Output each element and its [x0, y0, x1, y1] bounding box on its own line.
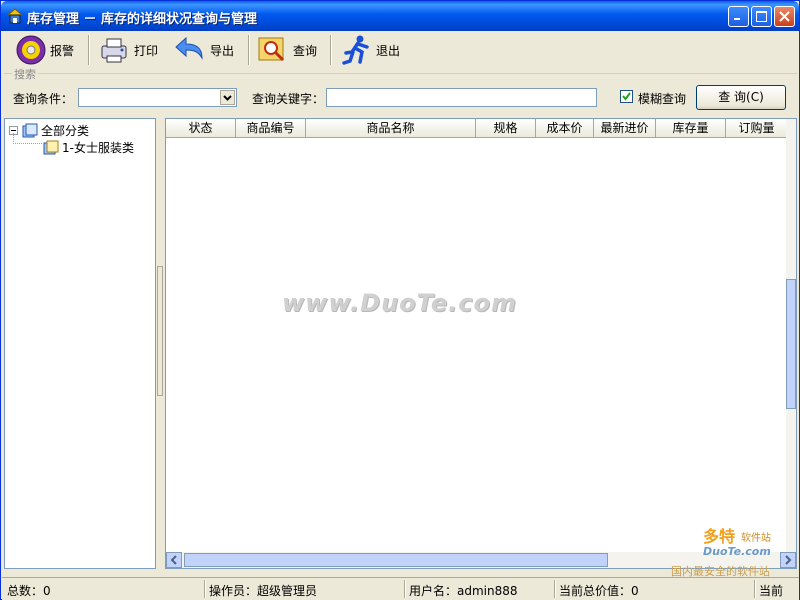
fuzzy-checkbox[interactable] [620, 90, 633, 103]
alarm-button[interactable]: 报警 [14, 33, 74, 67]
keyword-label: 查询关键字： [252, 92, 325, 106]
watermark-text: www.DuoTe.com [282, 289, 517, 317]
print-button[interactable]: 打印 [98, 33, 158, 67]
status-username: 用户名：admin888 [409, 584, 518, 598]
column-header-spec[interactable]: 规格 [476, 119, 536, 138]
minimize-button[interactable] [728, 6, 749, 27]
tree-connector [13, 133, 43, 144]
tree-root-label: 全部分类 [41, 124, 90, 138]
horizontal-scroll-thumb[interactable] [184, 553, 608, 567]
search-icon [258, 37, 285, 62]
column-header-order-qty[interactable]: 订购量 [726, 119, 788, 138]
toolbar-separator [330, 35, 332, 65]
column-header-stock-qty[interactable]: 库存量 [656, 119, 726, 138]
chevron-down-icon [223, 95, 232, 101]
tree-child-label: 1-女士服装类 [62, 141, 134, 155]
grid-header: 状态 商品编号 商品名称 规格 成本价 最新进价 库存量 订购量 [166, 119, 796, 138]
status-separator [404, 580, 406, 598]
status-operator: 操作员：超级管理员 [209, 584, 318, 598]
status-bar: 总数：0 操作员：超级管理员 用户名：admin888 当前总价值：0 当前 [2, 577, 799, 600]
query-toolbar-button[interactable]: 查询 [257, 33, 317, 67]
export-icon [175, 36, 203, 60]
maximize-icon [756, 11, 767, 22]
splitter-grip[interactable] [157, 266, 163, 396]
folder-icon [43, 140, 59, 154]
maximize-button[interactable] [751, 6, 772, 27]
toolbar: 报警 打印 导出 查询 退出 [2, 31, 799, 69]
column-header-status[interactable]: 状态 [166, 119, 236, 138]
export-button[interactable]: 导出 [174, 33, 234, 67]
status-current: 当前 [759, 584, 784, 598]
alarm-icon [16, 35, 46, 65]
query-button[interactable]: 查 询(C) [696, 85, 786, 110]
column-header-latest-price[interactable]: 最新进价 [594, 119, 656, 138]
checkmark-icon [622, 92, 631, 101]
condition-select[interactable] [78, 88, 237, 107]
print-label: 打印 [134, 43, 159, 58]
status-total: 总数：0 [7, 584, 51, 598]
exit-label: 退出 [376, 43, 401, 58]
vertical-scrollbar[interactable] [786, 119, 796, 552]
corner-logo: 多特 软件站 DuoTe.com 国内最安全的软件站 [669, 521, 797, 581]
chevron-left-icon [170, 555, 177, 565]
title-bar[interactable]: 库存管理 － 库存的详细状况查询与管理 [1, 1, 799, 31]
window-title: 库存管理 － 库存的详细状况查询与管理 [27, 12, 258, 27]
close-icon [779, 11, 790, 22]
toolbar-separator [248, 35, 250, 65]
alarm-label: 报警 [50, 43, 75, 58]
keyword-input[interactable] [326, 88, 597, 107]
minimize-icon [734, 18, 740, 20]
tree-child-item[interactable]: 1-女士服装类 [43, 139, 134, 156]
inventory-grid: 状态 商品编号 商品名称 规格 成本价 最新进价 库存量 订购量 www.Duo… [165, 118, 797, 569]
panel-splitter[interactable] [157, 118, 165, 569]
main-window: 库存管理 － 库存的详细状况查询与管理 报警 打印 导出 查询 退出 搜索 查询… [0, 0, 800, 600]
logo-site: DuoTe.com [703, 545, 771, 558]
status-separator [754, 580, 756, 598]
column-header-cost-price[interactable]: 成本价 [536, 119, 594, 138]
print-icon [101, 38, 127, 63]
category-tree: 全部分类 1-女士服装类 [4, 118, 156, 569]
logo-brand: 多特 [703, 527, 736, 546]
toolbar-separator [88, 35, 90, 65]
search-legend: 搜索 [12, 66, 38, 82]
logo-suffix: 软件站 [741, 533, 771, 544]
running-man-exit-icon [342, 35, 369, 65]
condition-label: 查询条件： [13, 92, 74, 106]
status-separator [554, 580, 556, 598]
exit-button[interactable]: 退出 [340, 33, 400, 67]
close-button[interactable] [774, 6, 795, 27]
column-header-item-code[interactable]: 商品编号 [236, 119, 306, 138]
column-header-item-name[interactable]: 商品名称 [306, 119, 476, 138]
scroll-left-button[interactable] [166, 552, 182, 568]
condition-dropdown-button[interactable] [220, 90, 235, 105]
query-toolbar-label: 查询 [293, 43, 318, 58]
search-group: 搜索 查询条件： 查询关键字： 模糊查询 查 询(C) [4, 66, 797, 114]
status-total-value: 当前总价值：0 [559, 584, 639, 598]
fuzzy-label: 模糊查询 [638, 92, 687, 106]
status-separator [204, 580, 206, 598]
export-label: 导出 [210, 43, 235, 58]
warehouse-app-icon [7, 8, 23, 24]
vertical-scroll-thumb[interactable] [786, 279, 796, 409]
